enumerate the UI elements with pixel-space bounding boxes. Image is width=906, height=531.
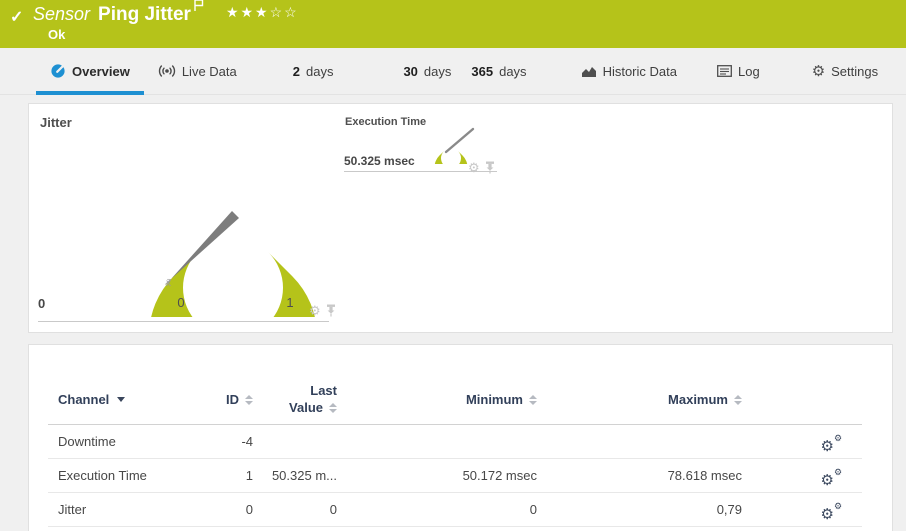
channel-maximum: 78.618 msec bbox=[667, 468, 742, 483]
channel-minimum: 50.172 msec bbox=[462, 468, 537, 483]
tab-label: Historic Data bbox=[602, 63, 677, 79]
pin-icon[interactable] bbox=[485, 161, 495, 174]
broadcast-icon bbox=[158, 65, 175, 77]
area-chart-icon bbox=[581, 66, 596, 77]
tab-label: Settings bbox=[831, 63, 879, 79]
tab-label: days bbox=[499, 63, 527, 79]
sensor-title-line: Sensor Ping Jitter ★★★☆☆ bbox=[33, 0, 299, 26]
tab-label: Overview bbox=[72, 63, 130, 79]
tab-2-days[interactable]: 2 days bbox=[293, 48, 334, 94]
channel-maximum: 0,79 bbox=[716, 502, 742, 517]
gear-icon: ⚙ bbox=[820, 505, 834, 523]
channel-last-value: 50.325 m... bbox=[271, 468, 337, 483]
channel-id: 0 bbox=[245, 502, 253, 517]
gear-icon[interactable]: ⚙ bbox=[468, 161, 480, 174]
table-header-row: Channel ID Last Value Minimum Maximum bbox=[48, 375, 862, 425]
column-header-minimum[interactable]: Minimum bbox=[466, 392, 537, 407]
tab-label: days bbox=[423, 63, 452, 79]
table-row: Downtime -4 ⚙ ⚙ bbox=[48, 425, 862, 459]
tab-number: 2 bbox=[292, 63, 300, 79]
exec-current-value: 50.325 msec bbox=[344, 154, 415, 168]
tab-label: days bbox=[305, 63, 334, 79]
tab-live-data[interactable]: Live Data bbox=[158, 48, 237, 94]
column-header-id[interactable]: ID bbox=[226, 392, 253, 407]
gauge-max-label: 1 bbox=[286, 295, 294, 310]
sort-icon bbox=[529, 394, 537, 405]
gear-icon: ⚙ bbox=[834, 432, 843, 443]
channel-last-value: 0 bbox=[329, 502, 337, 517]
channel-name[interactable]: Downtime bbox=[58, 434, 116, 449]
widget-divider bbox=[38, 321, 329, 322]
channel-id: 1 bbox=[245, 468, 253, 483]
status-text: Ok bbox=[48, 27, 66, 42]
tab-label: Live Data bbox=[181, 63, 237, 79]
tab-365-days[interactable]: 365 days bbox=[471, 48, 526, 94]
channel-minimum: 0 bbox=[529, 502, 537, 517]
gauge-arc bbox=[434, 151, 468, 164]
status-banner: ✓ Sensor Ping Jitter ★★★☆☆ Ok bbox=[0, 0, 906, 48]
exec-gauge bbox=[434, 127, 475, 164]
header-label: Minimum bbox=[465, 392, 523, 407]
header-label: Maximum bbox=[668, 392, 728, 407]
header-label: Last bbox=[310, 382, 337, 398]
gauge-mean-label: x̄ bbox=[166, 278, 171, 289]
jitter-current-value: 0 bbox=[38, 296, 46, 311]
channel-name[interactable]: Execution Time bbox=[58, 468, 147, 483]
gauge-icon bbox=[51, 64, 65, 78]
channel-table: Channel ID Last Value Minimum Maximum Do… bbox=[29, 345, 892, 527]
channel-name[interactable]: Jitter bbox=[58, 502, 86, 517]
gear-icon: ⚙ bbox=[834, 500, 843, 511]
sort-desc-icon bbox=[117, 397, 126, 402]
tab-historic-data[interactable]: Historic Data bbox=[581, 48, 677, 94]
sort-icon bbox=[329, 402, 337, 413]
header-label: Channel bbox=[58, 392, 110, 407]
column-header-maximum[interactable]: Maximum bbox=[668, 392, 742, 407]
tab-number: 365 bbox=[471, 63, 494, 79]
log-icon bbox=[717, 65, 732, 77]
tab-overview[interactable]: Overview bbox=[36, 48, 144, 95]
header-label: Value bbox=[289, 399, 323, 415]
pin-icon[interactable] bbox=[326, 304, 336, 317]
tab-label: Log bbox=[737, 63, 760, 79]
sort-icon bbox=[245, 394, 253, 405]
ok-check-icon: ✓ bbox=[10, 9, 24, 26]
channel-id: -4 bbox=[241, 434, 253, 449]
tab-30-days[interactable]: 30 days bbox=[403, 48, 451, 94]
gear-icon[interactable]: ⚙ bbox=[309, 304, 321, 317]
channels-panel: Channel ID Last Value Minimum Maximum Do… bbox=[28, 344, 893, 531]
jitter-widget-controls: ⚙ bbox=[309, 304, 336, 317]
gear-icon: ⚙ bbox=[834, 466, 843, 477]
priority-stars[interactable]: ★★★☆☆ bbox=[226, 4, 299, 21]
gear-icon: ⚙ bbox=[820, 471, 834, 489]
jitter-gauge bbox=[151, 211, 315, 317]
exec-widget-controls: ⚙ bbox=[468, 161, 495, 174]
tab-bar: Overview Live Data 2 days 30 days 365 da… bbox=[0, 48, 906, 95]
flag-icon[interactable] bbox=[194, 0, 204, 17]
sensor-name: Ping Jitter bbox=[98, 4, 191, 25]
gauge-min-label: 0 bbox=[177, 295, 185, 310]
tab-log[interactable]: Log bbox=[717, 48, 760, 94]
gauge-needle bbox=[170, 211, 239, 280]
jitter-gauge-title: Jitter bbox=[40, 115, 72, 130]
gauge-needle bbox=[444, 127, 475, 154]
table-row: Execution Time 1 50.325 m... 50.172 msec… bbox=[48, 459, 862, 493]
tab-number: 30 bbox=[403, 63, 418, 79]
column-header-last-value[interactable]: Last Value bbox=[289, 383, 337, 417]
tab-settings[interactable]: ⚙ Settings bbox=[812, 48, 878, 94]
column-header-channel[interactable]: Channel bbox=[58, 392, 126, 407]
table-row: Jitter 0 0 0 0,79 ⚙ ⚙ bbox=[48, 493, 862, 527]
object-kind-label: Sensor bbox=[33, 4, 91, 24]
gear-icon: ⚙ bbox=[811, 62, 826, 80]
gear-icon: ⚙ bbox=[820, 437, 834, 455]
gauges-panel: Jitter x̄ 0 1 0 ⚙ Execution Time 50.325 … bbox=[28, 103, 893, 333]
sort-icon bbox=[734, 394, 742, 405]
header-label: ID bbox=[226, 392, 239, 407]
exec-gauge-title: Execution Time bbox=[345, 116, 427, 128]
